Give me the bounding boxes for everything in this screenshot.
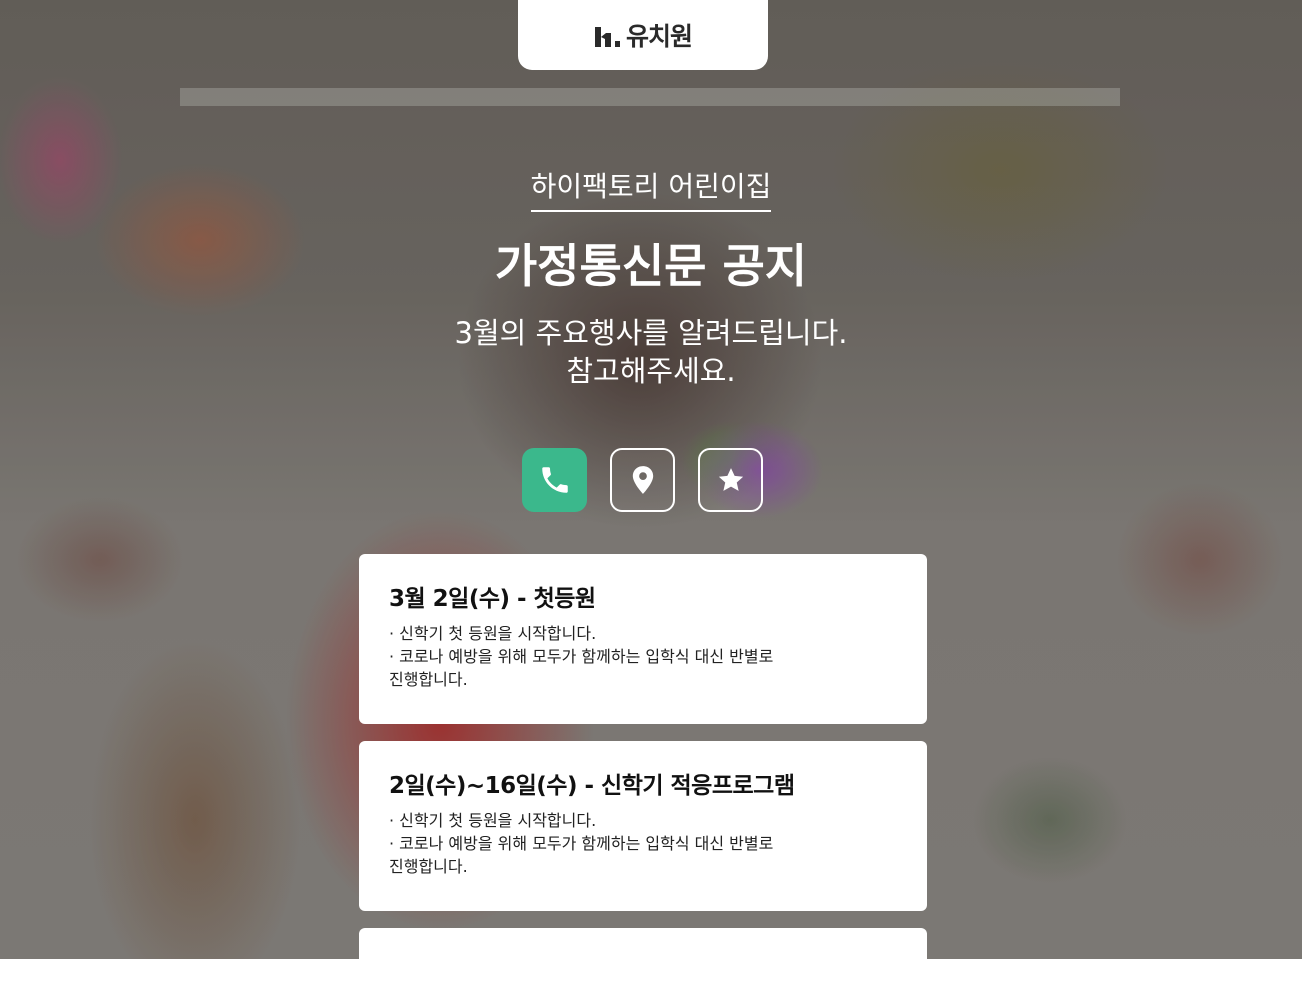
star-icon: [718, 468, 743, 491]
event-detail-line: · 코로나 예방을 위해 모두가 함께하는 입학식 대신 반별로: [389, 647, 774, 666]
event-detail-line: · 신학기 첫 등원을 시작합니다.: [389, 811, 597, 830]
logo[interactable]: 유치원: [518, 0, 768, 70]
event-title: 3월 2일(수) - 첫등원: [389, 586, 596, 612]
event-detail-line: · 코로나 예방을 위해 모두가 함께하는 입학식 대신 반별로: [389, 834, 774, 853]
event-card: 3월 2일(수) - 첫등원 · 신학기 첫 등원을 시작합니다. · 코로나 …: [359, 554, 927, 724]
event-detail-line: 진행합니다.: [389, 857, 468, 876]
event-title: 2일(수)~16일(수) - 신학기 적응프로그램: [389, 773, 795, 799]
subtitle-line-1: 3월의 주요행사를 알려드립니다.: [454, 316, 848, 350]
event-detail-line: · 신학기 첫 등원을 시작합니다.: [389, 624, 597, 643]
location-pin-icon: [632, 466, 653, 494]
favorite-button[interactable]: [698, 448, 763, 512]
phone-icon: [541, 467, 568, 493]
subtitle-line-2: 참고해주세요.: [566, 354, 736, 388]
org-name-label: 하이팩토리 어린이집: [530, 170, 772, 212]
org-name: 하이팩토리 어린이집: [0, 170, 1302, 212]
page-title: 가정통신문 공지: [494, 239, 808, 293]
event-card: 2일(수)~16일(수) - 신학기 적응프로그램 · 신학기 첫 등원을 시작…: [359, 741, 927, 911]
event-detail-line: 진행합니다.: [389, 670, 468, 689]
event-card: [359, 928, 927, 988]
call-button[interactable]: [522, 448, 587, 512]
logo-mark-icon: [594, 27, 620, 47]
location-button[interactable]: [610, 448, 675, 512]
logo-text: 유치원: [625, 22, 693, 51]
page-subtitle: 3월의 주요행사를 알려드립니다. 참고해주세요.: [0, 314, 1302, 390]
